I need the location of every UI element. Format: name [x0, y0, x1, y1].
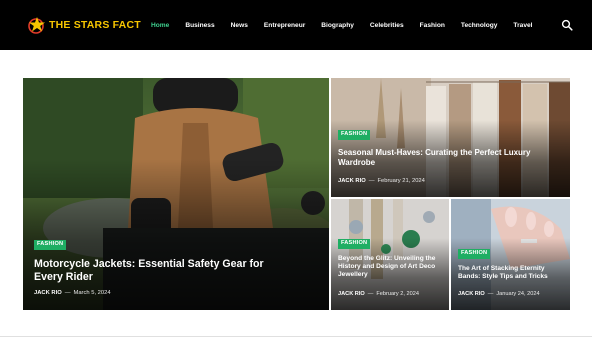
nav-item-biography[interactable]: Biography [321, 22, 354, 29]
nav-item-technology[interactable]: Technology [461, 22, 498, 29]
post-card-wardrobe[interactable]: FASHION Seasonal Must-Haves: Curating th… [331, 78, 570, 197]
post-title[interactable]: Motorcycle Jackets: Essential Safety Gea… [34, 258, 294, 284]
site-header: THE STARS FACT Home Business News Entrep… [0, 0, 592, 50]
category-badge[interactable]: FASHION [338, 130, 371, 140]
category-badge[interactable]: FASHION [34, 240, 67, 250]
post-meta: JACK RIO — February 21, 2024 [338, 178, 425, 184]
post-author[interactable]: JACK RIO [34, 290, 62, 296]
post-author[interactable]: JACK RIO [338, 291, 365, 297]
post-date: January 24, 2024 [496, 291, 540, 297]
category-badge[interactable]: FASHION [458, 249, 491, 259]
logo-text: THE STARS FACT [49, 19, 141, 31]
post-card-art-deco[interactable]: FASHION Beyond the Glitz: Unveiling the … [331, 199, 449, 310]
nav-item-travel[interactable]: Travel [513, 22, 532, 29]
nav-item-celebrities[interactable]: Celebrities [370, 22, 404, 29]
site-logo[interactable]: THE STARS FACT [27, 14, 141, 36]
post-title[interactable]: Beyond the Glitz: Unveiling the History … [338, 255, 448, 279]
post-meta: JACK RIO — January 24, 2024 [458, 291, 540, 297]
post-title[interactable]: The Art of Stacking Eternity Bands: Styl… [458, 265, 566, 281]
post-card-eternity-bands[interactable]: FASHION The Art of Stacking Eternity Ban… [451, 199, 570, 310]
nav-item-home[interactable]: Home [151, 22, 169, 29]
nav-item-fashion[interactable]: Fashion [420, 22, 445, 29]
meta-separator: — [64, 290, 71, 296]
nav-item-entrepreneur[interactable]: Entrepreneur [264, 22, 305, 29]
category-badge[interactable]: FASHION [338, 239, 371, 249]
post-meta: JACK RIO — March 5, 2024 [34, 290, 111, 296]
meta-separator: — [368, 178, 375, 184]
post-author[interactable]: JACK RIO [338, 178, 366, 184]
post-date: February 21, 2024 [377, 178, 425, 184]
nav-item-news[interactable]: News [231, 22, 248, 29]
meta-separator: — [367, 291, 374, 297]
main-nav: Home Business News Entrepreneur Biograph… [151, 0, 549, 50]
featured-post-card[interactable]: FASHION Motorcycle Jackets: Essential Sa… [23, 78, 329, 310]
nav-item-business[interactable]: Business [185, 22, 214, 29]
meta-separator: — [487, 291, 494, 297]
post-meta: JACK RIO — February 2, 2024 [338, 291, 419, 297]
search-icon[interactable] [561, 19, 573, 31]
post-date: February 2, 2024 [376, 291, 419, 297]
star-logo-icon [28, 17, 45, 34]
post-title[interactable]: Seasonal Must-Haves: Curating the Perfec… [338, 148, 548, 168]
post-author[interactable]: JACK RIO [458, 291, 485, 297]
post-date: March 5, 2024 [73, 290, 111, 296]
